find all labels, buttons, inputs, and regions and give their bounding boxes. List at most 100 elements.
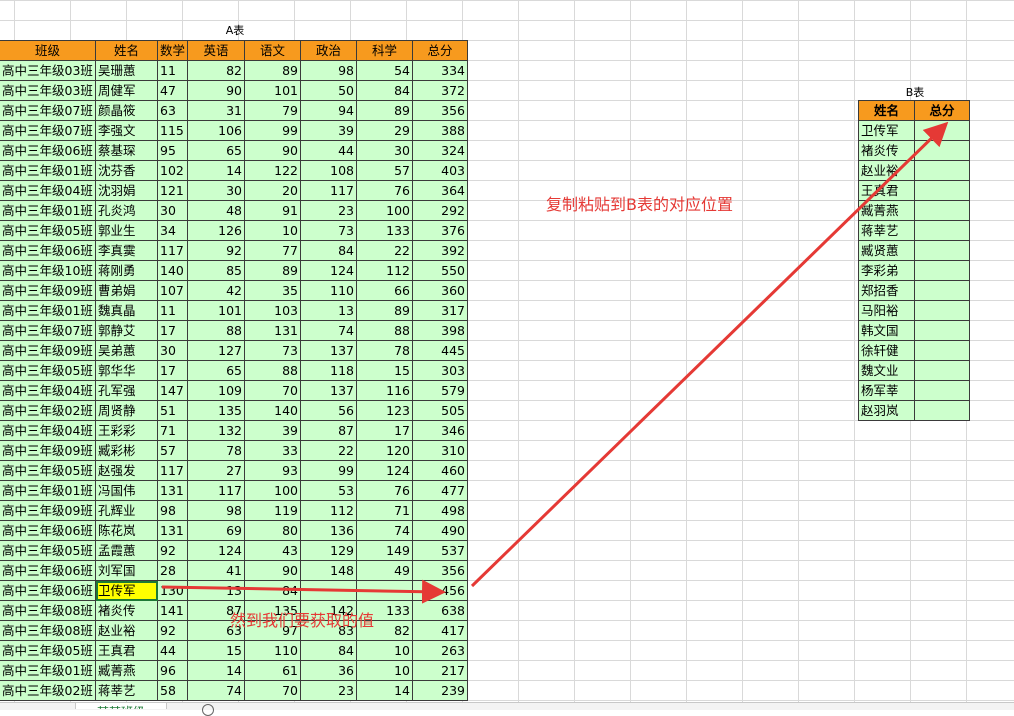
table-a-cell[interactable]: 107 (156, 280, 189, 301)
table-a-cell[interactable]: 126 (187, 220, 246, 241)
table-a-cell[interactable]: 130 (156, 580, 189, 601)
table-a-cell[interactable]: 88 (244, 360, 302, 381)
table-a-cell[interactable]: 高中三年级06班 (0, 580, 96, 601)
table-a-cell[interactable]: 孔辉业 (95, 500, 158, 521)
table-a-cell[interactable]: 30 (156, 200, 189, 221)
table-row[interactable]: 高中三年级05班 郭华华 17 65 88 118 15 303 (0, 360, 469, 381)
table-a-cell[interactable]: 58 (156, 680, 189, 701)
table-a-cell[interactable]: 卫传军 (95, 580, 158, 601)
table-row[interactable]: 高中三年级04班 沈羽娟 121 30 20 117 76 364 (0, 180, 469, 201)
table-b-total-cell[interactable] (914, 400, 970, 421)
table-a-cell[interactable]: 54 (356, 60, 414, 81)
table-a-cell[interactable]: 115 (156, 120, 189, 141)
table-a-cell[interactable]: 高中三年级05班 (0, 640, 96, 661)
table-a-cell[interactable]: 22 (356, 240, 414, 261)
table-a-cell[interactable]: 133 (356, 220, 414, 241)
table-row[interactable]: 高中三年级03班 吴珊蕙 11 82 89 98 54 334 (0, 60, 469, 81)
table-a-cell[interactable]: 346 (412, 420, 469, 441)
table-a-cell[interactable]: 89 (244, 260, 302, 281)
table-a-cell[interactable]: 141 (156, 600, 189, 621)
table-a-cell[interactable]: 79 (244, 100, 302, 121)
table-a-cell[interactable]: 78 (356, 340, 414, 361)
table-a-cell[interactable]: 30 (356, 140, 414, 161)
table-a-cell[interactable]: 颜晶筱 (95, 100, 158, 121)
table-a-cell[interactable]: 124 (187, 540, 246, 561)
table-a-cell[interactable]: 90 (244, 140, 302, 161)
table-a-cell[interactable]: 高中三年级03班 (0, 60, 96, 81)
table-a-cell[interactable]: 123 (356, 400, 414, 421)
table-a-cell[interactable]: 77 (244, 240, 302, 261)
table-a-cell[interactable]: 132 (187, 420, 246, 441)
table-row[interactable]: 高中三年级01班 孔炎鸿 30 48 91 23 100 292 (0, 200, 469, 221)
table-a-cell[interactable]: 30 (187, 180, 246, 201)
table-a-cell[interactable]: 63 (156, 100, 189, 121)
table-a-cell[interactable]: 102 (156, 160, 189, 181)
table-row[interactable]: 高中三年级09班 孔辉业 98 98 119 112 71 498 (0, 500, 469, 521)
table-row[interactable]: 高中三年级09班 臧彩彬 57 78 33 22 120 310 (0, 440, 469, 461)
table-a-cell[interactable]: 71 (356, 500, 414, 521)
table-a-cell[interactable]: 王彩彩 (95, 420, 158, 441)
table-a-cell[interactable]: 吴弟蕙 (95, 340, 158, 361)
table-a-cell[interactable]: 34 (156, 220, 189, 241)
table-row[interactable]: 韩文国 (858, 320, 970, 341)
table-a-cell[interactable]: 120 (356, 440, 414, 461)
table-a-cell[interactable]: 109 (187, 380, 246, 401)
table-a-cell[interactable] (300, 580, 358, 601)
table-a-cell[interactable]: 445 (412, 340, 469, 361)
table-a-cell[interactable]: 10 (244, 220, 302, 241)
table-a-cell[interactable]: 217 (412, 660, 469, 681)
table-a-cell[interactable]: 高中三年级01班 (0, 160, 96, 181)
table-a-header-cell[interactable]: 班级 (0, 40, 96, 61)
table-a-cell[interactable]: 116 (356, 380, 414, 401)
table-a-cell[interactable]: 73 (300, 220, 358, 241)
table-a-cell[interactable]: 89 (356, 100, 414, 121)
table-row[interactable]: 王真君 (858, 180, 970, 201)
table-a-cell[interactable]: 高中三年级06班 (0, 140, 96, 161)
table-a-cell[interactable]: 17 (156, 320, 189, 341)
table-a-cell[interactable]: 高中三年级05班 (0, 220, 96, 241)
table-a-cell[interactable]: 孟霞蕙 (95, 540, 158, 561)
table-a-cell[interactable]: 100 (356, 200, 414, 221)
table-a-cell[interactable]: 388 (412, 120, 469, 141)
table-b-total-cell[interactable] (914, 160, 970, 181)
table-b-name-cell[interactable]: 郑招香 (858, 280, 915, 301)
table-a-cell[interactable]: 14 (356, 680, 414, 701)
table-a-cell[interactable]: 364 (412, 180, 469, 201)
table-a-cell[interactable]: 39 (244, 420, 302, 441)
table-a-cell[interactable]: 100 (244, 480, 302, 501)
table-a-cell[interactable]: 456 (412, 580, 469, 601)
table-a-cell[interactable]: 高中三年级06班 (0, 240, 96, 261)
table-b-name-cell[interactable]: 马阳裕 (858, 300, 915, 321)
table-a-cell[interactable]: 蒋刚勇 (95, 260, 158, 281)
table-a-cell[interactable]: 高中三年级09班 (0, 340, 96, 361)
table-a-cell[interactable]: 高中三年级04班 (0, 420, 96, 441)
table-row[interactable]: 高中三年级01班 冯国伟 131 117 100 53 76 477 (0, 480, 469, 501)
table-a-cell[interactable]: 90 (244, 560, 302, 581)
table-a-cell[interactable]: 148 (300, 560, 358, 581)
table-b-total-cell[interactable] (914, 280, 970, 301)
table-a-cell[interactable]: 李强文 (95, 120, 158, 141)
table-a-cell[interactable]: 127 (187, 340, 246, 361)
table-a-cell[interactable]: 35 (244, 280, 302, 301)
table-a-cell[interactable]: 550 (412, 260, 469, 281)
table-b-header-cell[interactable]: 总分 (914, 100, 970, 121)
table-a-cell[interactable]: 91 (244, 200, 302, 221)
table-b-name-cell[interactable]: 蒋莘艺 (858, 220, 915, 241)
table-a-cell[interactable]: 71 (156, 420, 189, 441)
table-a-cell[interactable]: 360 (412, 280, 469, 301)
table-a-cell[interactable]: 90 (187, 80, 246, 101)
table-a-cell[interactable]: 高中三年级04班 (0, 180, 96, 201)
table-a-cell[interactable]: 39 (300, 120, 358, 141)
table-a-cell[interactable]: 51 (156, 400, 189, 421)
table-b-total-cell[interactable] (914, 220, 970, 241)
table-row[interactable]: 高中三年级04班 王彩彩 71 132 39 87 17 346 (0, 420, 469, 441)
table-row[interactable]: 李彩弟 (858, 260, 970, 281)
table-b-total-cell[interactable] (914, 180, 970, 201)
table-a-cell[interactable]: 15 (187, 640, 246, 661)
table-a-cell[interactable]: 吴珊蕙 (95, 60, 158, 81)
table-b-name-cell[interactable]: 李彩弟 (858, 260, 915, 281)
table-a-cell[interactable]: 44 (300, 140, 358, 161)
table-a-cell[interactable]: 103 (244, 300, 302, 321)
table-a-cell[interactable]: 高中三年级10班 (0, 260, 96, 281)
table-a-cell[interactable]: 92 (156, 540, 189, 561)
